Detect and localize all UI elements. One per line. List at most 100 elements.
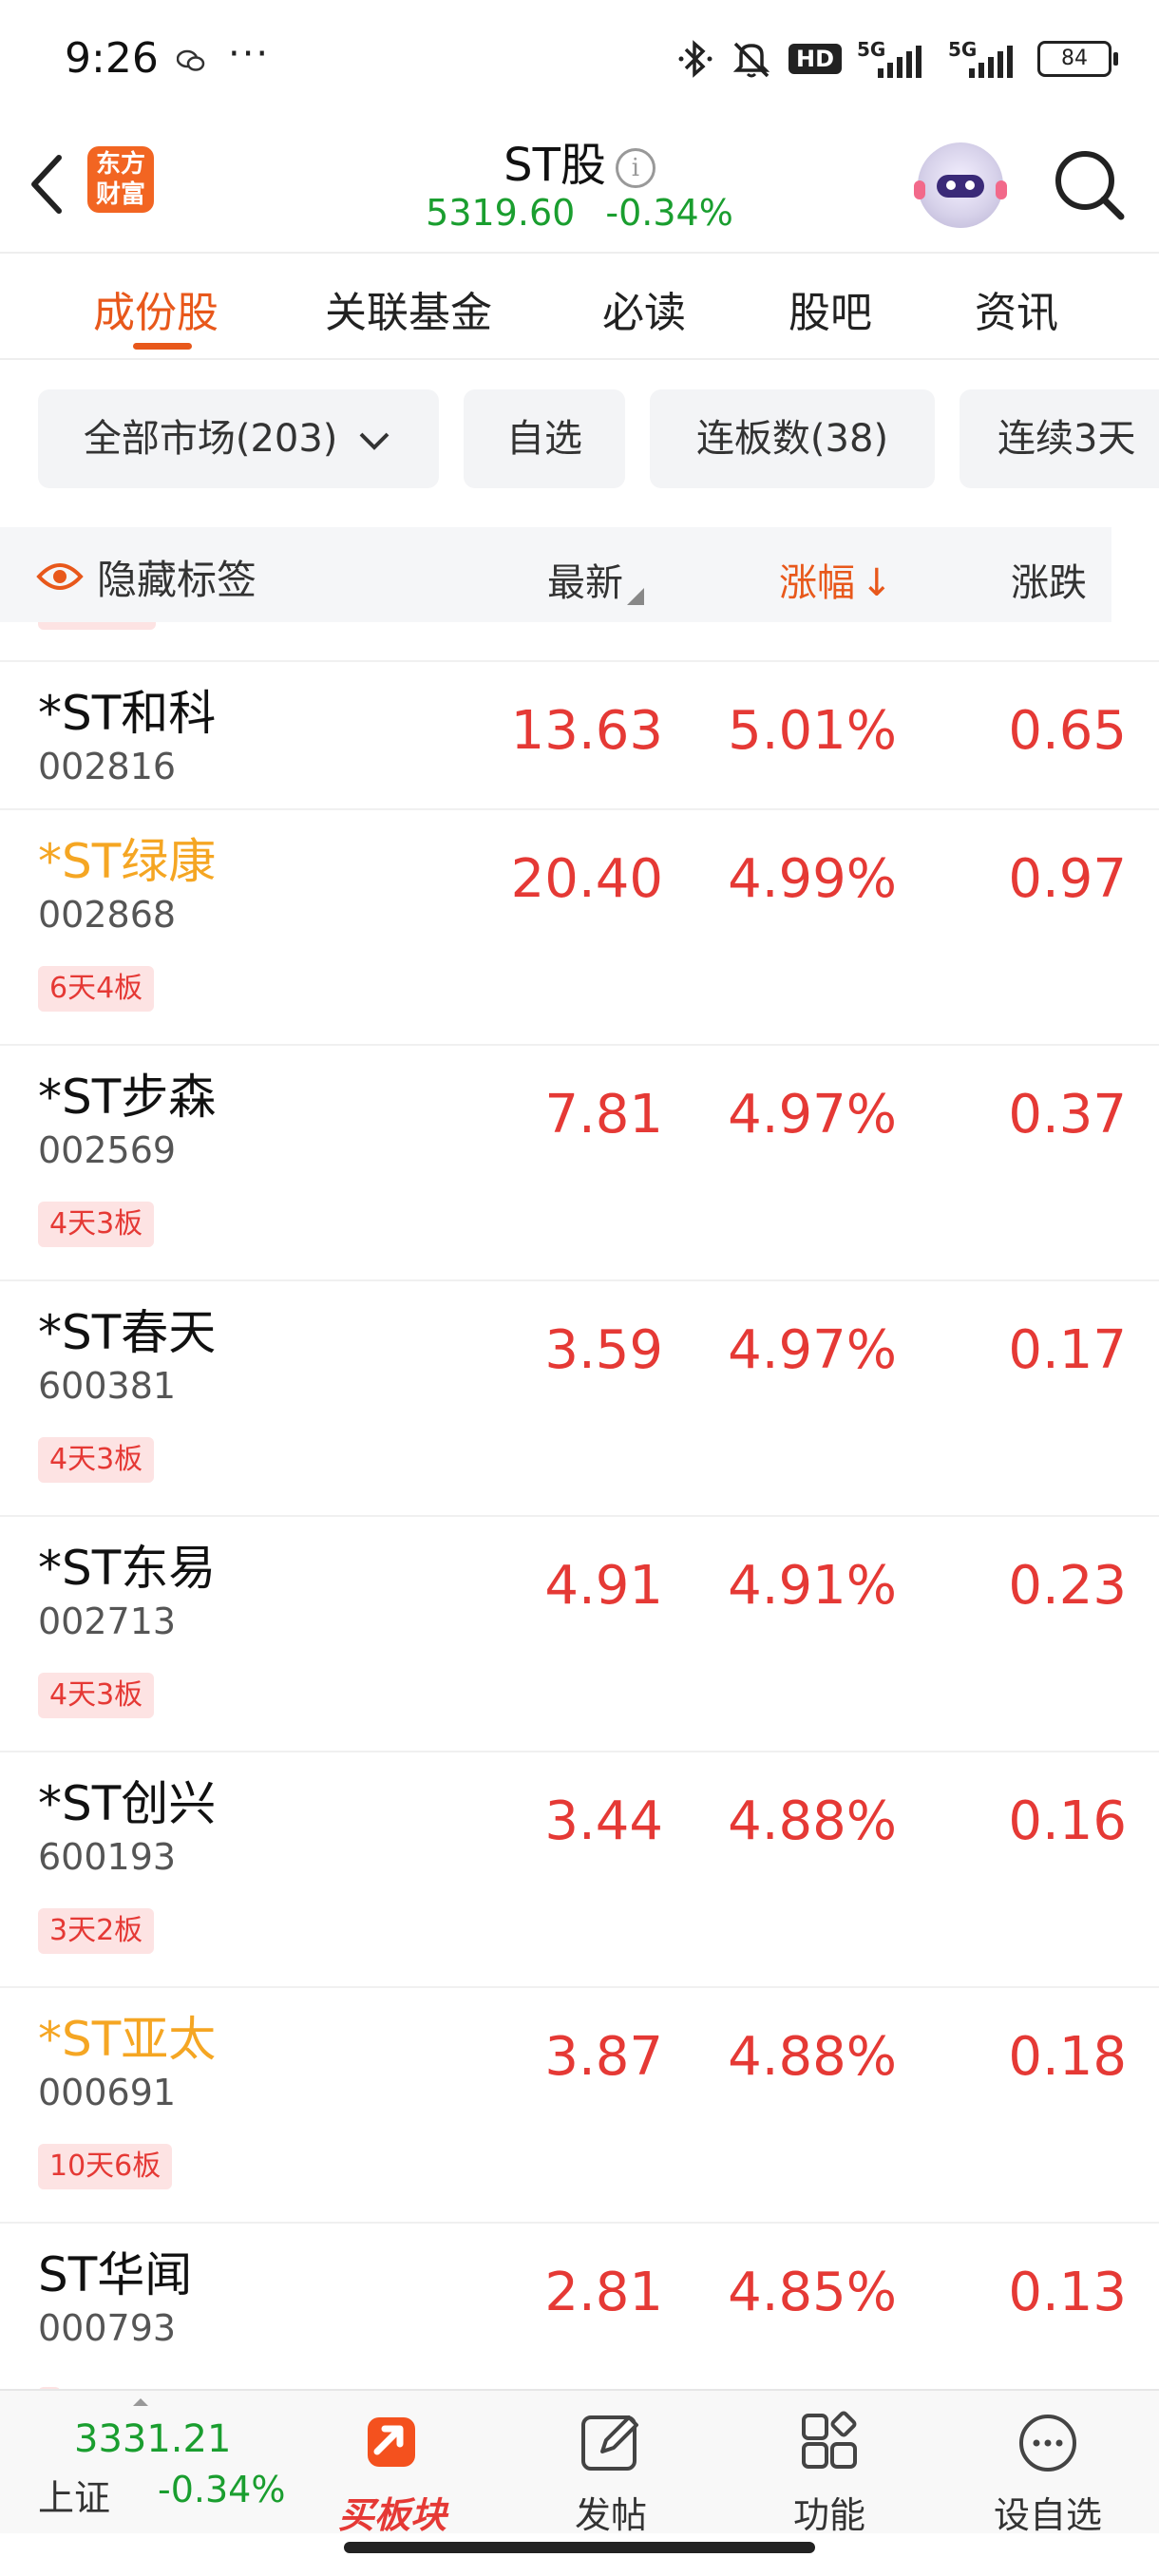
bluetooth-icon bbox=[678, 40, 712, 78]
functions-button[interactable]: 功能 bbox=[758, 2410, 901, 2538]
change-pct: 4.88% bbox=[728, 2026, 897, 2088]
info-icon[interactable]: i bbox=[615, 148, 656, 188]
stock-code: 600381 bbox=[38, 1365, 177, 1407]
latest-price: 3.87 bbox=[544, 2026, 663, 2088]
stock-name: *ST东易 bbox=[38, 1541, 217, 1596]
chevron-down-icon bbox=[359, 432, 390, 450]
stock-code: 002569 bbox=[38, 1129, 177, 1171]
latest-price: 3.59 bbox=[544, 1319, 663, 1381]
latest-price: 7.81 bbox=[544, 1084, 663, 1146]
limit-up-badge: 10天6板 bbox=[38, 2144, 173, 2189]
clock: 9:26 bbox=[65, 34, 159, 83]
market-filter-dropdown[interactable]: 全部市场(203) bbox=[38, 389, 439, 488]
bottom-index-value: 3331.21 bbox=[74, 2417, 232, 2461]
limit-up-count-filter[interactable]: 连板数(38) bbox=[650, 389, 935, 488]
add-watchlist-button[interactable]: 设自选 bbox=[977, 2410, 1119, 2538]
column-header: 隐藏标签 最新 涨幅 ↓ 涨跌 bbox=[0, 527, 1112, 622]
tab-active-indicator bbox=[133, 343, 192, 350]
limit-up-badge: 6天4板 bbox=[38, 966, 155, 1012]
change-pct: 4.88% bbox=[728, 1790, 897, 1852]
change-value: 0.17 bbox=[1008, 1319, 1127, 1381]
status-bar: 9:26 ··· HD 5G 5G 84 bbox=[0, 0, 1159, 123]
stock-code: 000793 bbox=[38, 2307, 177, 2349]
table-row[interactable]: ST华闻 000793 2.81 4.85% 0.13 bbox=[0, 2222, 1159, 2389]
post-button[interactable]: 发帖 bbox=[540, 2410, 682, 2538]
stock-code: 002713 bbox=[38, 1601, 177, 1642]
table-row[interactable]: *ST步森 002569 4天3板 7.81 4.97% 0.37 bbox=[0, 1044, 1159, 1281]
stock-name: *ST春天 bbox=[38, 1305, 217, 1360]
more-circle-icon bbox=[1019, 2415, 1076, 2472]
expand-caret-icon[interactable] bbox=[133, 2398, 148, 2406]
latest-price: 20.40 bbox=[510, 848, 663, 910]
change-value: 0.37 bbox=[1008, 1084, 1127, 1146]
app-header: 东方财富 ST股 i 5319.60 -0.34% bbox=[0, 123, 1159, 252]
table-row[interactable]: *ST亚太 000691 10天6板 3.87 4.88% 0.18 bbox=[0, 1986, 1159, 2224]
tab-constituents[interactable]: 成份股 bbox=[93, 278, 218, 339]
table-row[interactable]: *ST绿康 002868 6天4板 20.40 4.99% 0.97 bbox=[0, 808, 1159, 1046]
stock-code: 000691 bbox=[38, 2072, 177, 2113]
buy-sector-button[interactable]: 买板块 bbox=[321, 2410, 464, 2538]
index-value: 5319.60 bbox=[426, 192, 576, 234]
table-row[interactable]: *ST春天 600381 4天3板 3.59 4.97% 0.17 bbox=[0, 1279, 1159, 1517]
change-pct: 4.97% bbox=[728, 1084, 897, 1146]
home-indicator[interactable] bbox=[344, 2542, 815, 2553]
buy-sector-icon bbox=[368, 2417, 415, 2467]
sort-change-pct[interactable]: 涨幅 ↓ bbox=[779, 552, 893, 607]
eye-icon bbox=[36, 563, 84, 590]
stock-list: *ST和科 002816 13.63 5.01% 0.65 *ST绿康 0028… bbox=[0, 622, 1159, 2389]
hd-icon: HD bbox=[788, 44, 842, 74]
change-pct: 4.91% bbox=[728, 1555, 897, 1617]
change-pct: 4.97% bbox=[728, 1319, 897, 1381]
previous-row-tag bbox=[38, 622, 156, 630]
search-icon[interactable] bbox=[1049, 144, 1129, 224]
change-value: 0.23 bbox=[1008, 1555, 1127, 1617]
sort-icon bbox=[627, 588, 644, 605]
table-row[interactable]: *ST东易 002713 4天3板 4.91 4.91% 0.23 bbox=[0, 1515, 1159, 1752]
table-row[interactable]: *ST和科 002816 13.63 5.01% 0.65 bbox=[0, 660, 1159, 810]
limit-up-badge: 4天3板 bbox=[38, 1202, 155, 1247]
sort-latest[interactable]: 最新 bbox=[547, 552, 644, 607]
change-pct: 4.99% bbox=[728, 848, 897, 910]
tab-related-funds[interactable]: 关联基金 bbox=[325, 278, 492, 339]
bottom-index-name: 上证 bbox=[38, 2477, 111, 2519]
stock-name: *ST绿康 bbox=[38, 834, 217, 889]
change-value: 0.16 bbox=[1008, 1790, 1127, 1852]
stock-code: 600193 bbox=[38, 1836, 177, 1878]
latest-price: 2.81 bbox=[544, 2262, 663, 2323]
bottom-index-pct: -0.34% bbox=[158, 2469, 286, 2510]
status-icons: HD 5G 5G 84 bbox=[676, 36, 1118, 82]
stock-name: *ST创兴 bbox=[38, 1776, 217, 1831]
sort-desc-icon: ↓ bbox=[861, 561, 893, 605]
change-pct: 5.01% bbox=[728, 700, 897, 762]
change-value: 0.13 bbox=[1008, 2262, 1127, 2323]
change-value: 0.97 bbox=[1008, 848, 1127, 910]
tab-must-read[interactable]: 必读 bbox=[602, 278, 686, 339]
robot-avatar-icon[interactable] bbox=[914, 142, 1007, 228]
more-notifications-icon: ··· bbox=[228, 32, 271, 76]
tab-stock-forum[interactable]: 股吧 bbox=[788, 278, 872, 339]
consecutive-days-filter[interactable]: 连续3天 bbox=[960, 389, 1159, 488]
change-value: 0.18 bbox=[1008, 2026, 1127, 2088]
limit-up-badge: 4天3板 bbox=[38, 1437, 155, 1483]
watchlist-filter[interactable]: 自选 bbox=[464, 389, 625, 488]
signal-icon-2: 5G bbox=[946, 38, 1024, 80]
stock-name: *ST和科 bbox=[38, 686, 217, 741]
tab-news[interactable]: 资讯 bbox=[975, 278, 1058, 339]
index-change: -0.34% bbox=[605, 192, 733, 234]
table-row[interactable]: *ST创兴 600193 3天2板 3.44 4.88% 0.16 bbox=[0, 1751, 1159, 1988]
latest-price: 4.91 bbox=[544, 1555, 663, 1617]
limit-up-badge: 4天3板 bbox=[38, 1673, 155, 1718]
stock-name: *ST步森 bbox=[38, 1070, 217, 1125]
change-value: 0.65 bbox=[1008, 700, 1127, 762]
filter-bar: 全部市场(203) 自选 连板数(38) 连续3天 bbox=[0, 389, 1159, 489]
signal-icon: 5G bbox=[855, 38, 933, 80]
stock-name: *ST亚太 bbox=[38, 2012, 217, 2067]
limit-up-badge: 3天2板 bbox=[38, 1908, 155, 1954]
battery-icon: 84 bbox=[1037, 41, 1118, 77]
bottom-bar: 3331.21 上证 -0.34% 买板块 发帖 功能 设自选 bbox=[0, 2389, 1159, 2536]
latest-price: 3.44 bbox=[544, 1790, 663, 1852]
hide-tags-toggle[interactable]: 隐藏标签 bbox=[36, 548, 256, 605]
latest-price: 13.63 bbox=[510, 700, 663, 762]
mute-icon bbox=[732, 42, 770, 78]
sort-change[interactable]: 涨跌 bbox=[1011, 552, 1087, 607]
